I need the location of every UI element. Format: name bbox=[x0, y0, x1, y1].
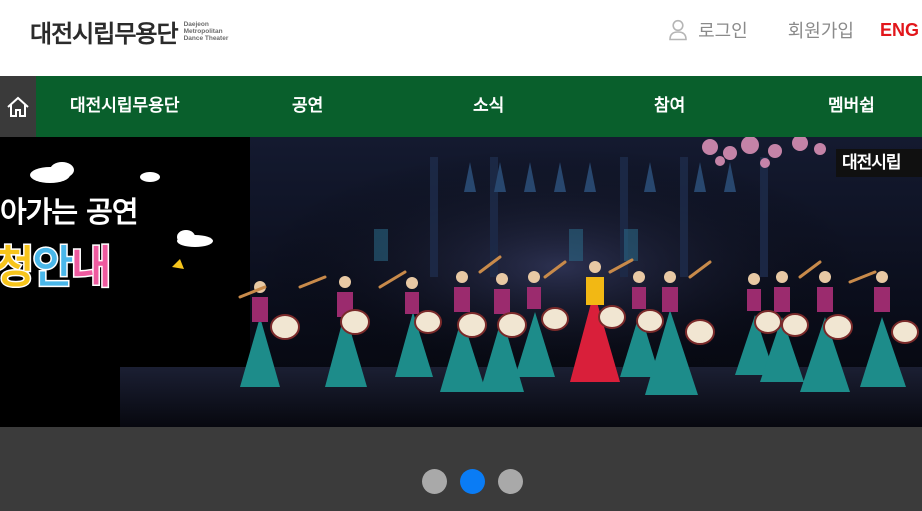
utility-menu: 로그인 회원가입 ENG bbox=[668, 17, 922, 43]
home-button[interactable] bbox=[0, 76, 36, 137]
nav-item-news[interactable]: 소식 bbox=[473, 76, 504, 137]
banner-subheadline-char: 안 bbox=[31, 241, 75, 295]
nav-item-performance[interactable]: 공연 bbox=[292, 76, 323, 137]
banner-corner-logo: 대전시립 bbox=[836, 149, 922, 177]
site-header: 대전시립무용단 Daejeon Metropolitan Dance Theat… bbox=[0, 0, 922, 76]
banner-subheadline-char: 청 bbox=[0, 241, 36, 295]
main-banner[interactable]: 아가는 공연 청안내 대전시립 bbox=[0, 137, 922, 427]
nav-item-dance-theater[interactable]: 대전시립무용단 bbox=[70, 76, 179, 137]
slider-pager bbox=[0, 427, 922, 511]
site-logo[interactable]: 대전시립무용단 Daejeon Metropolitan Dance Theat… bbox=[30, 14, 228, 48]
logo-english-line: Metropolitan bbox=[183, 27, 223, 35]
slider-dot-3[interactable] bbox=[498, 469, 523, 494]
login-link[interactable]: 로그인 bbox=[698, 17, 748, 43]
slider-dot-2[interactable] bbox=[460, 469, 485, 494]
performance-photo bbox=[0, 137, 922, 427]
logo-english-line: Daejeon bbox=[183, 20, 209, 28]
logo-english-text: Daejeon Metropolitan Dance Theater bbox=[184, 21, 229, 42]
logo-english-line: Dance Theater bbox=[183, 34, 229, 42]
banner-headline: 아가는 공연 bbox=[0, 195, 138, 229]
slider-dot-1[interactable] bbox=[422, 469, 447, 494]
banner-subheadline-char: 내 bbox=[69, 241, 113, 295]
home-icon bbox=[7, 96, 29, 117]
user-icon bbox=[669, 19, 687, 41]
main-navigation: 대전시립무용단 공연 소식 참여 멤버쉽 bbox=[0, 76, 922, 137]
nav-item-membership[interactable]: 멤버쉽 bbox=[828, 76, 875, 137]
banner-subheadline: 청안내 bbox=[0, 231, 113, 295]
english-link[interactable]: ENG bbox=[880, 20, 922, 41]
nav-item-participation[interactable]: 참여 bbox=[654, 76, 685, 137]
logo-korean-text: 대전시립무용단 bbox=[30, 19, 179, 48]
join-link[interactable]: 회원가입 bbox=[788, 17, 854, 43]
